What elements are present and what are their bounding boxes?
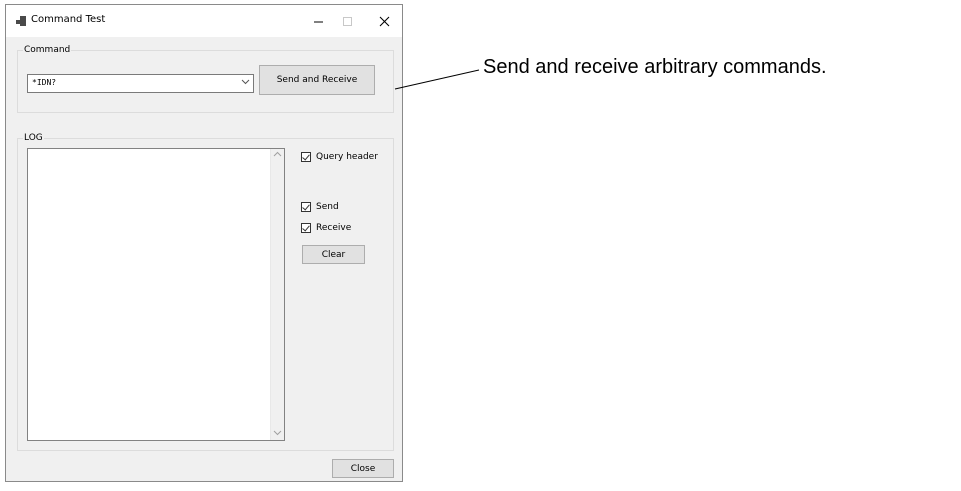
callout-annotation: Send and receive arbitrary commands. xyxy=(483,56,827,78)
